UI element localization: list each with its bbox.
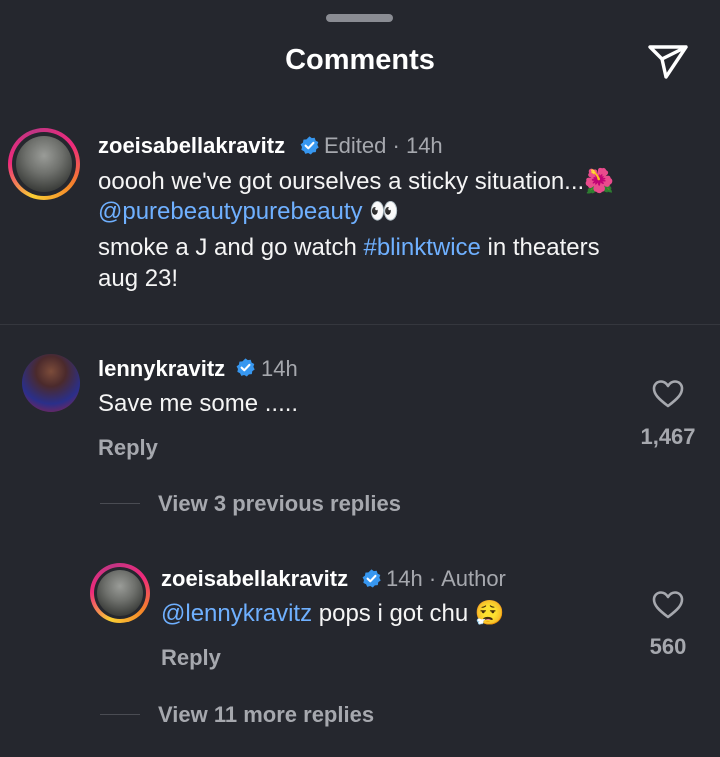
divider: [0, 324, 720, 325]
caption-line-1: ooooh we've got ourselves a sticky situa…: [98, 167, 615, 195]
drag-handle[interactable]: [326, 14, 393, 22]
username[interactable]: lennykravitz: [98, 356, 225, 382]
avatar[interactable]: [90, 563, 150, 623]
view-previous-replies-button[interactable]: View 3 previous replies: [158, 491, 401, 517]
mention-link[interactable]: @lennykravitz: [161, 600, 312, 627]
edited-label: Edited · 14h: [324, 133, 443, 158]
page-title: Comments: [285, 44, 435, 76]
timestamp-author: 14h · Author: [386, 566, 506, 591]
caption-line-2: @purebeautypurebeauty 👀: [98, 195, 399, 228]
paper-plane-icon[interactable]: [646, 41, 690, 81]
view-more-replies-button[interactable]: View 11 more replies: [158, 702, 374, 728]
timestamp: 14h: [261, 356, 298, 381]
username[interactable]: zoeisabellakravitz: [98, 133, 285, 159]
username[interactable]: zoeisabellakravitz: [161, 566, 348, 592]
reply-button[interactable]: Reply: [98, 435, 158, 461]
avatar[interactable]: [22, 354, 80, 412]
exhaling-face-icon: 😮‍💨: [474, 599, 505, 627]
mention-link[interactable]: @purebeautypurebeauty: [98, 198, 363, 225]
caption-line-4: aug 23!: [98, 265, 179, 292]
verified-badge-icon: [236, 358, 255, 377]
hibiscus-icon: 🌺: [584, 167, 615, 195]
like-count: 560: [649, 634, 687, 659]
heart-icon[interactable]: [652, 590, 684, 620]
hashtag-link[interactable]: #blinktwice: [363, 234, 480, 261]
comment-text: @lennykravitz pops i got chu 😮‍💨: [161, 599, 505, 627]
replies-divider: [100, 503, 140, 504]
replies-divider: [100, 714, 140, 715]
eyes-icon: 👀: [369, 197, 400, 225]
avatar[interactable]: [8, 128, 80, 200]
verified-badge-icon: [362, 569, 381, 588]
comment-text: Save me some .....: [98, 390, 299, 417]
like-count: 1,467: [640, 424, 696, 449]
reply-button[interactable]: Reply: [161, 645, 221, 671]
caption-line-3: smoke a J and go watch #blinktwice in th…: [98, 234, 600, 261]
heart-icon[interactable]: [652, 379, 684, 409]
verified-badge-icon: [300, 136, 319, 155]
